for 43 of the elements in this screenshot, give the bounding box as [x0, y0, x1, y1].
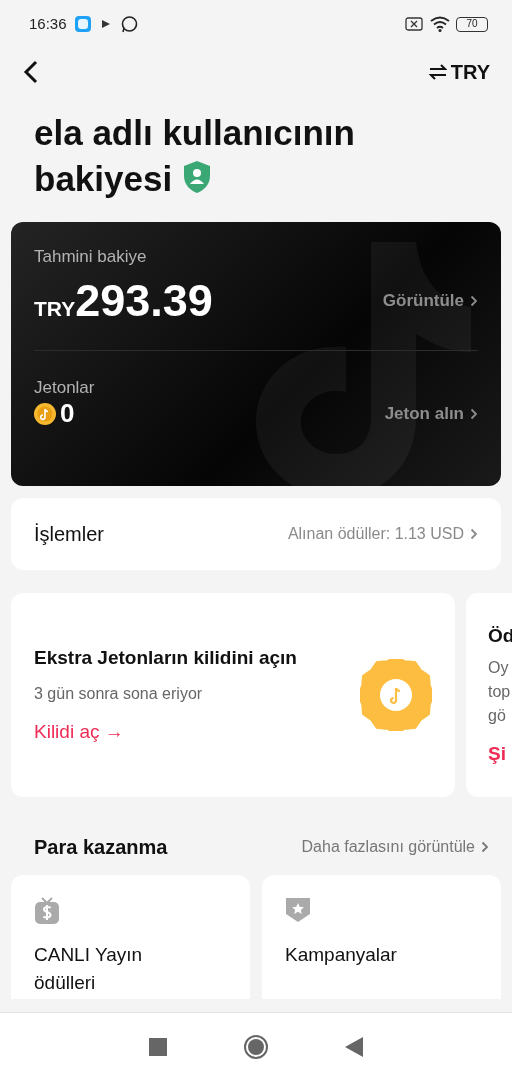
chevron-icon: [470, 294, 478, 307]
home-icon[interactable]: [243, 1033, 269, 1060]
view-link[interactable]: Görüntüle: [382, 287, 464, 314]
promo-link[interactable]: Şi: [488, 740, 506, 769]
status-time: 16:36: [29, 13, 67, 34]
earn-card[interactable]: CANLI Yayın ödülleri: [11, 875, 250, 999]
transactions-row[interactable]: İşlemler Alınan ödüller: 1.13 USD: [11, 498, 501, 570]
buy-coins-link[interactable]: Jeton alın: [384, 400, 464, 427]
more-link[interactable]: Daha fazlasını görüntüle: [301, 835, 475, 859]
no-sim-icon: [405, 17, 423, 31]
recents-icon[interactable]: [149, 1037, 167, 1056]
coin-badge-icon: [360, 659, 432, 731]
battery-icon: 70: [456, 16, 488, 32]
rewards-text: Alınan ödüller: 1.13 USD: [287, 524, 464, 544]
badge-star-icon: [285, 897, 311, 925]
promo-description: Oy top gö: [488, 658, 512, 726]
coins-label: Jetonlar: [34, 376, 96, 399]
balance-amount: 293.39: [75, 273, 213, 328]
earn-label: Kampanyalar: [285, 943, 398, 967]
balance-label: Tahmini bakiye: [34, 246, 148, 268]
earn-label: CANLI Yayın ödülleri: [34, 943, 144, 995]
money-tv-icon: [34, 897, 60, 925]
wifi-icon: [430, 16, 450, 32]
page-title: ela adlı kullanıcının bakiyesi: [34, 112, 356, 200]
swap-icon[interactable]: [428, 64, 447, 80]
chevron-icon: [481, 841, 489, 853]
section-title: Para kazanma: [34, 835, 168, 860]
shield-icon: [181, 160, 212, 194]
chevron-icon: [470, 528, 478, 540]
play-icon: [100, 19, 111, 29]
chevron-icon: [470, 407, 478, 420]
currency-link[interactable]: TRY: [450, 57, 490, 87]
transactions-label: İşlemler: [34, 522, 104, 547]
chat-icon: [120, 15, 138, 33]
earn-card[interactable]: Kampanyalar: [262, 875, 501, 999]
promo-title: Ekstra Jetonların kilidini açın: [34, 645, 298, 670]
app-icon: [74, 16, 91, 32]
promo-subtitle: 3 gün sonra sona eriyor: [34, 684, 204, 704]
currency-code: TRY: [34, 296, 76, 322]
unlock-link[interactable]: Kilidi aç →: [34, 718, 124, 747]
back-nav-icon[interactable]: [345, 1036, 363, 1057]
coin-count: 0: [60, 397, 75, 430]
coin-icon: [34, 402, 56, 425]
